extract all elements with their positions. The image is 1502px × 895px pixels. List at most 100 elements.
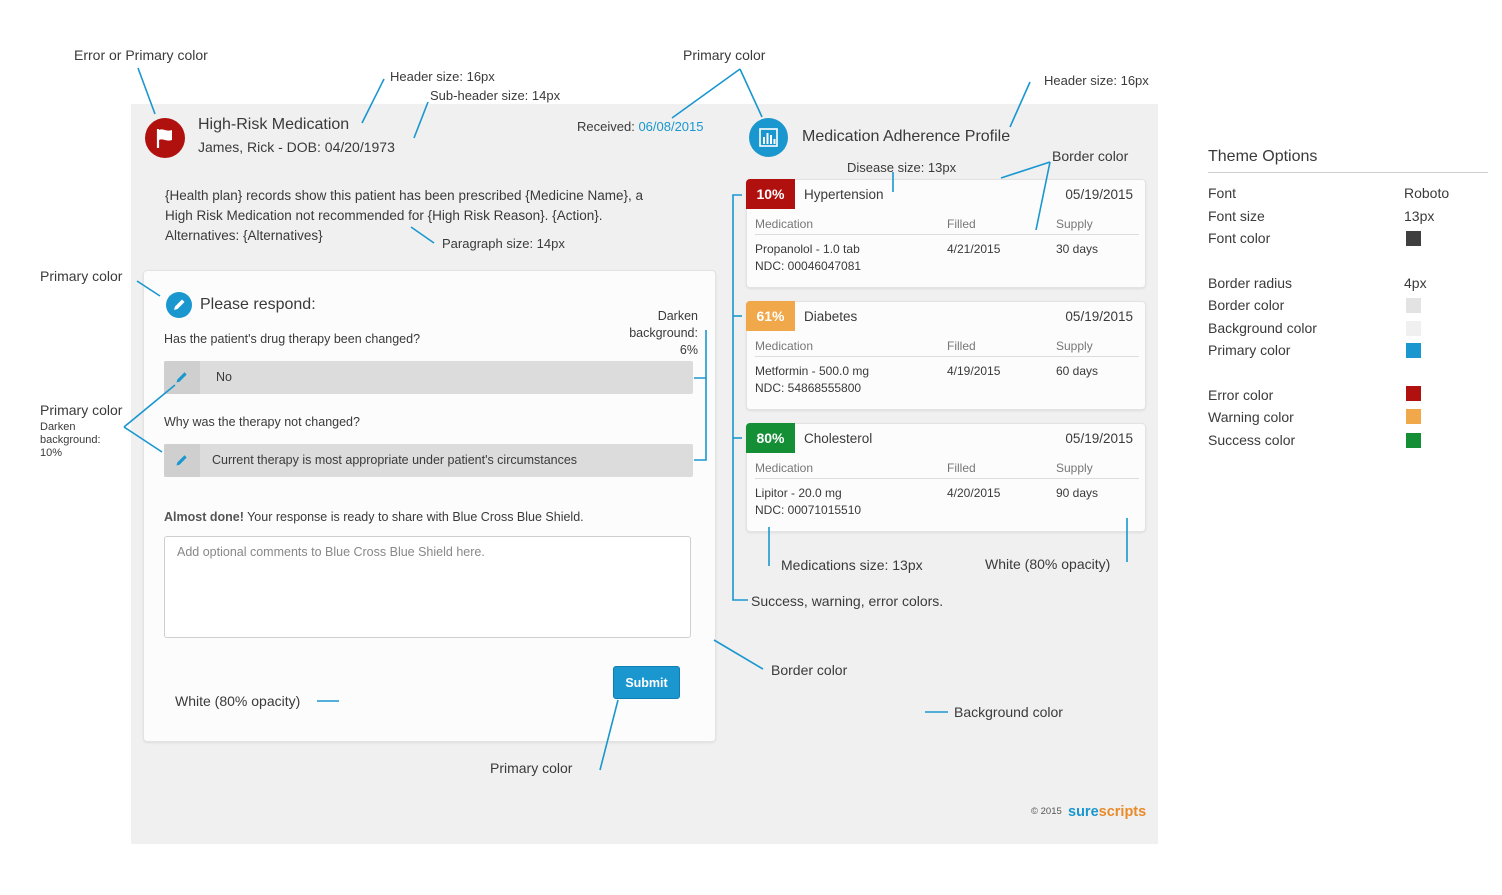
pencil-icon <box>176 372 187 383</box>
patient-subtitle: James, Rick - DOB: 04/20/1973 <box>198 139 395 155</box>
edit-cell[interactable] <box>164 444 200 477</box>
brand-sure: sure <box>1068 804 1099 820</box>
paragraph-line: Alternatives: {Alternatives} <box>165 228 323 243</box>
filled-date: 4/20/2015 <box>947 486 1001 500</box>
theme-warning-color-label: Warning color <box>1208 409 1294 425</box>
column-header-medication: Medication <box>755 217 814 231</box>
paragraph-line: {Health plan} records show this patient … <box>165 188 644 203</box>
annotation-darken-6: Darken background: 6% <box>629 309 698 357</box>
bar-chart-icon <box>749 118 788 157</box>
adherence-card: 61% Diabetes 05/19/2015 Medication Filled Sup… <box>746 301 1146 410</box>
received-date: Received: 06/08/2015 <box>577 119 704 134</box>
annotation-background-color: Background color <box>954 704 1063 720</box>
page-title: High-Risk Medication <box>198 116 350 133</box>
flag-icon <box>145 118 185 158</box>
medication-ndc: NDC: 00071015510 <box>755 503 862 517</box>
annotation-paragraph-size: Paragraph size: 14px <box>442 236 565 251</box>
divider <box>1208 172 1488 173</box>
adherence-percent-badge: 10% <box>746 179 795 209</box>
filled-date: 4/19/2015 <box>947 364 1001 378</box>
copyright: © 2015 <box>1031 806 1062 817</box>
error-color-swatch <box>1406 386 1421 401</box>
supply-days: 60 days <box>1056 364 1099 378</box>
medication-name: Lipitor - 20.0 mg <box>755 486 842 500</box>
column-header-supply: Supply <box>1056 217 1093 231</box>
theme-error-color-label: Error color <box>1208 387 1274 403</box>
primary-color-swatch <box>1406 343 1421 358</box>
annotation-header-size-right: Header size: 16px <box>1044 73 1149 88</box>
theme-font-size-value: 13px <box>1404 208 1435 224</box>
border-color-swatch <box>1406 298 1421 313</box>
pencil-icon <box>176 455 187 466</box>
medication-ndc: NDC: 54868555800 <box>755 381 862 395</box>
success-color-swatch <box>1406 433 1421 448</box>
medication-name: Propanolol - 1.0 tab <box>755 242 860 256</box>
theme-border-color-label: Border color <box>1208 297 1285 313</box>
almost-done-text: Almost done! Your response is ready to s… <box>164 510 584 524</box>
answer-text: No <box>216 370 232 384</box>
annotation-border-color: Border color <box>1052 148 1129 164</box>
theme-font-color-label: Font color <box>1208 230 1271 246</box>
annotation-primary-color: Primary color <box>683 47 766 63</box>
column-header-filled: Filled <box>947 339 976 353</box>
filled-date: 4/21/2015 <box>947 242 1001 256</box>
annotation-primary-color: Primary color <box>40 268 123 284</box>
divider <box>755 478 1139 479</box>
theme-font-label: Font <box>1208 185 1237 201</box>
theme-success-color-label: Success color <box>1208 432 1296 448</box>
theme-border-radius-value: 4px <box>1404 275 1427 291</box>
annotation-border-color: Border color <box>771 662 848 678</box>
brand-scripts: scripts <box>1098 804 1147 820</box>
annotation-disease-size: Disease size: 13px <box>847 160 957 175</box>
annotation-primary-color: Primary color <box>490 760 573 776</box>
annotation-white-80: White (80% opacity) <box>985 556 1111 572</box>
answer-therapy-changed[interactable]: No <box>164 361 693 394</box>
received-label: Received: <box>577 119 635 134</box>
adherence-title: Medication Adherence Profile <box>802 128 1011 145</box>
font-color-swatch <box>1406 231 1421 246</box>
column-header-supply: Supply <box>1056 339 1093 353</box>
medication-cell: Lipitor - 20.0 mg NDC: 00071015510 <box>755 485 861 519</box>
comment-input[interactable] <box>164 536 691 638</box>
answer-why-not-changed[interactable]: Current therapy is most appropriate unde… <box>164 444 693 477</box>
column-header-supply: Supply <box>1056 461 1093 475</box>
received-date-value: 06/08/2015 <box>638 119 704 134</box>
divider <box>755 234 1139 235</box>
adherence-card: 80% Cholesterol 05/19/2015 Medication Filled… <box>746 423 1146 532</box>
column-header-filled: Filled <box>947 217 976 231</box>
supply-days: 30 days <box>1056 242 1099 256</box>
paragraph-line: High Risk Medication not recommended for… <box>165 208 603 223</box>
medication-name: Metformin - 500.0 mg <box>755 364 870 378</box>
annotation-header-size: Header size: 16px <box>390 69 495 84</box>
submit-button[interactable]: Submit <box>613 666 680 699</box>
question-why-not-changed: Why was the therapy not changed? <box>164 415 360 429</box>
medication-cell: Propanolol - 1.0 tab NDC: 00046047081 <box>755 241 861 275</box>
edit-cell[interactable] <box>164 361 200 394</box>
annotation-subheader-size: Sub-header size: 14px <box>430 88 561 103</box>
adherence-card: 10% Hypertension 05/19/2015 Medication Fille… <box>746 179 1146 288</box>
disease-name: Diabetes <box>804 309 858 324</box>
alert-paragraph: {Health plan} records show this patient … <box>165 186 685 246</box>
annotation-status-colors: Success, warning, error colors. <box>751 593 944 609</box>
annotation-darken-10: Darken background: 10% <box>40 421 101 459</box>
disease-name: Cholesterol <box>804 431 873 446</box>
surescripts-logo: surescripts <box>1068 804 1146 820</box>
pencil-icon <box>166 292 192 318</box>
disease-name: Hypertension <box>804 187 884 202</box>
answer-text: Current therapy is most appropriate unde… <box>212 453 578 467</box>
divider <box>755 356 1139 357</box>
medication-ndc: NDC: 00046047081 <box>755 259 862 273</box>
question-therapy-changed: Has the patient's drug therapy been chan… <box>164 332 421 346</box>
theme-font-value: Roboto <box>1404 185 1450 201</box>
almost-done-message: Your response is ready to share with Blu… <box>243 510 584 524</box>
column-header-medication: Medication <box>755 339 814 353</box>
annotation-white-80: White (80% opacity) <box>175 693 301 709</box>
supply-days: 90 days <box>1056 486 1099 500</box>
theme-border-radius-label: Border radius <box>1208 275 1293 291</box>
column-header-medication: Medication <box>755 461 814 475</box>
theme-options-title: Theme Options <box>1208 148 1318 165</box>
almost-done-bold: Almost done! <box>164 510 244 524</box>
background-color-swatch <box>1406 321 1421 336</box>
column-header-filled: Filled <box>947 461 976 475</box>
card-date: 05/19/2015 <box>1065 431 1133 446</box>
